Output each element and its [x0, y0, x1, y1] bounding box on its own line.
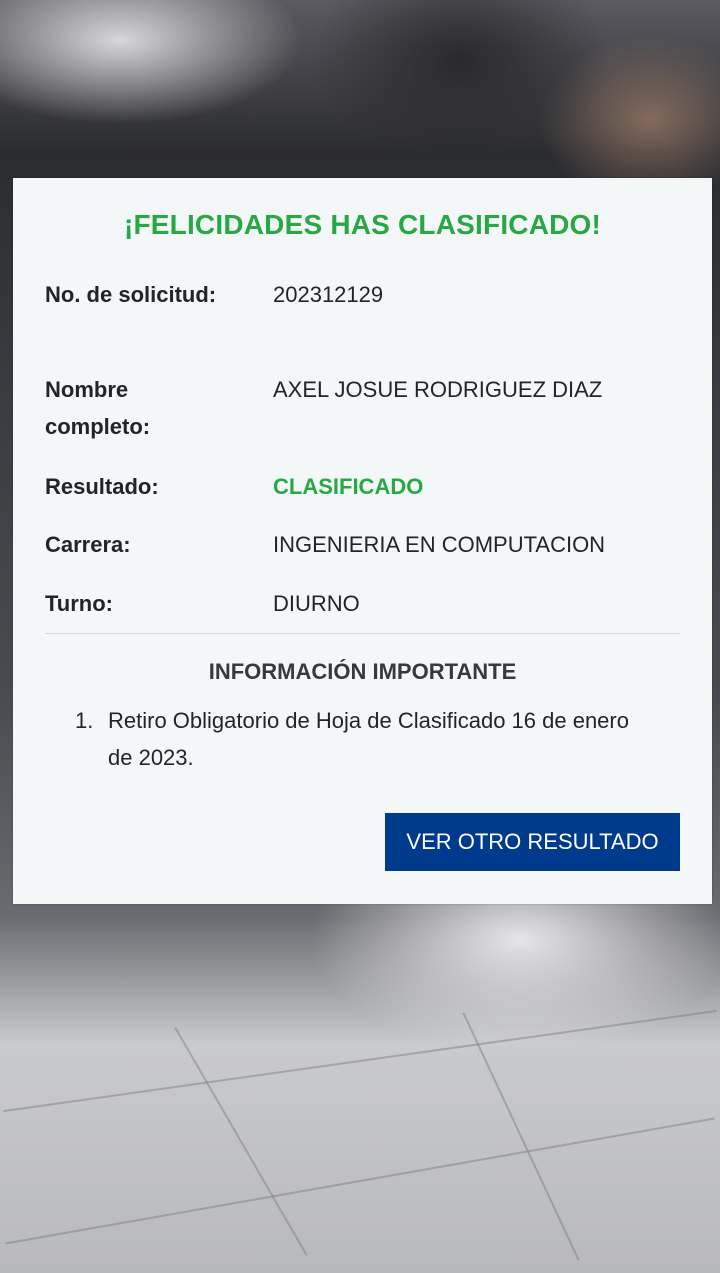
result-status: CLASIFICADO: [273, 474, 424, 499]
important-info-heading: INFORMACIÓN IMPORTANTE: [208, 659, 517, 684]
result-title: ¡FELICIDADES HAS CLASIFICADO!: [123, 209, 602, 240]
view-other-result-button[interactable]: VER OTRO RESULTADO: [385, 813, 680, 871]
field-value: 202312129: [273, 282, 384, 307]
field-label: Carrera:: [45, 532, 131, 557]
field-row-result: Resultado: CLASIFICADO: [45, 468, 680, 505]
field-value: INGENIERIA EN COMPUTACION: [273, 532, 606, 557]
field-value: DIURNO: [273, 591, 360, 616]
screen: ¡FELICIDADES HAS CLASIFICADO! No. de sol…: [0, 0, 720, 1273]
list-item-number: 1.: [75, 708, 94, 733]
field-label: Turno:: [45, 591, 114, 616]
field-label: Nombre completo:: [45, 377, 151, 439]
list-item-text: Retiro Obligatorio de Hoja de Clasificad…: [108, 708, 629, 770]
field-row-shift: Turno: DIURNO: [45, 585, 680, 622]
result-card: ¡FELICIDADES HAS CLASIFICADO! No. de sol…: [13, 178, 712, 904]
field-label: Resultado:: [45, 474, 159, 499]
important-info-list: 1. Retiro Obligatorio de Hoja de Clasifi…: [75, 702, 652, 776]
list-item: 1. Retiro Obligatorio de Hoja de Clasifi…: [75, 702, 652, 776]
field-row-career: Carrera: INGENIERIA EN COMPUTACION: [45, 526, 680, 563]
field-value: AXEL JOSUE RODRIGUEZ DIAZ: [273, 377, 603, 402]
field-row-application-number: No. de solicitud: 202312129: [45, 276, 680, 350]
field-row-full-name: Nombre completo: AXEL JOSUE RODRIGUEZ DI…: [45, 371, 680, 445]
field-label: No. de solicitud:: [45, 282, 217, 307]
divider: [45, 633, 680, 634]
